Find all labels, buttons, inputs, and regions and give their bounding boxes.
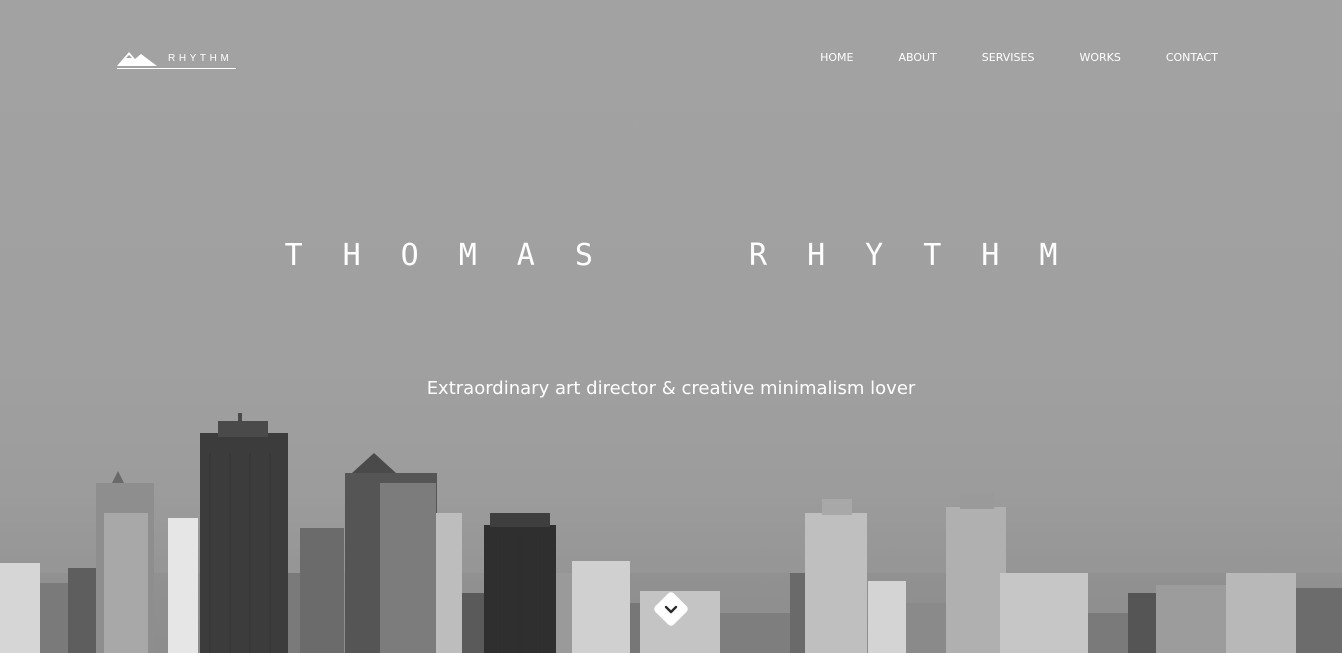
logo-text: RHYTHM	[168, 53, 233, 64]
hero-section: RHYTHM HOME ABOUT SERVISES WORKS CONTACT…	[0, 0, 1342, 653]
nav-works[interactable]: WORKS	[1079, 51, 1120, 65]
mountain-icon	[117, 52, 157, 66]
nav-services[interactable]: SERVISES	[982, 51, 1035, 65]
hero-title: THOMAS RHYTHM	[284, 238, 1098, 273]
logo[interactable]: RHYTHM	[117, 48, 237, 72]
nav-contact[interactable]: CONTACT	[1166, 51, 1218, 65]
main-nav: HOME ABOUT SERVISES WORKS CONTACT	[820, 51, 1218, 65]
scroll-down-button[interactable]	[650, 588, 692, 630]
nav-home[interactable]: HOME	[820, 51, 853, 65]
nav-about[interactable]: ABOUT	[898, 51, 936, 65]
logo-underline	[117, 68, 236, 69]
hero-subtitle: Extraordinary art director & creative mi…	[426, 378, 916, 399]
